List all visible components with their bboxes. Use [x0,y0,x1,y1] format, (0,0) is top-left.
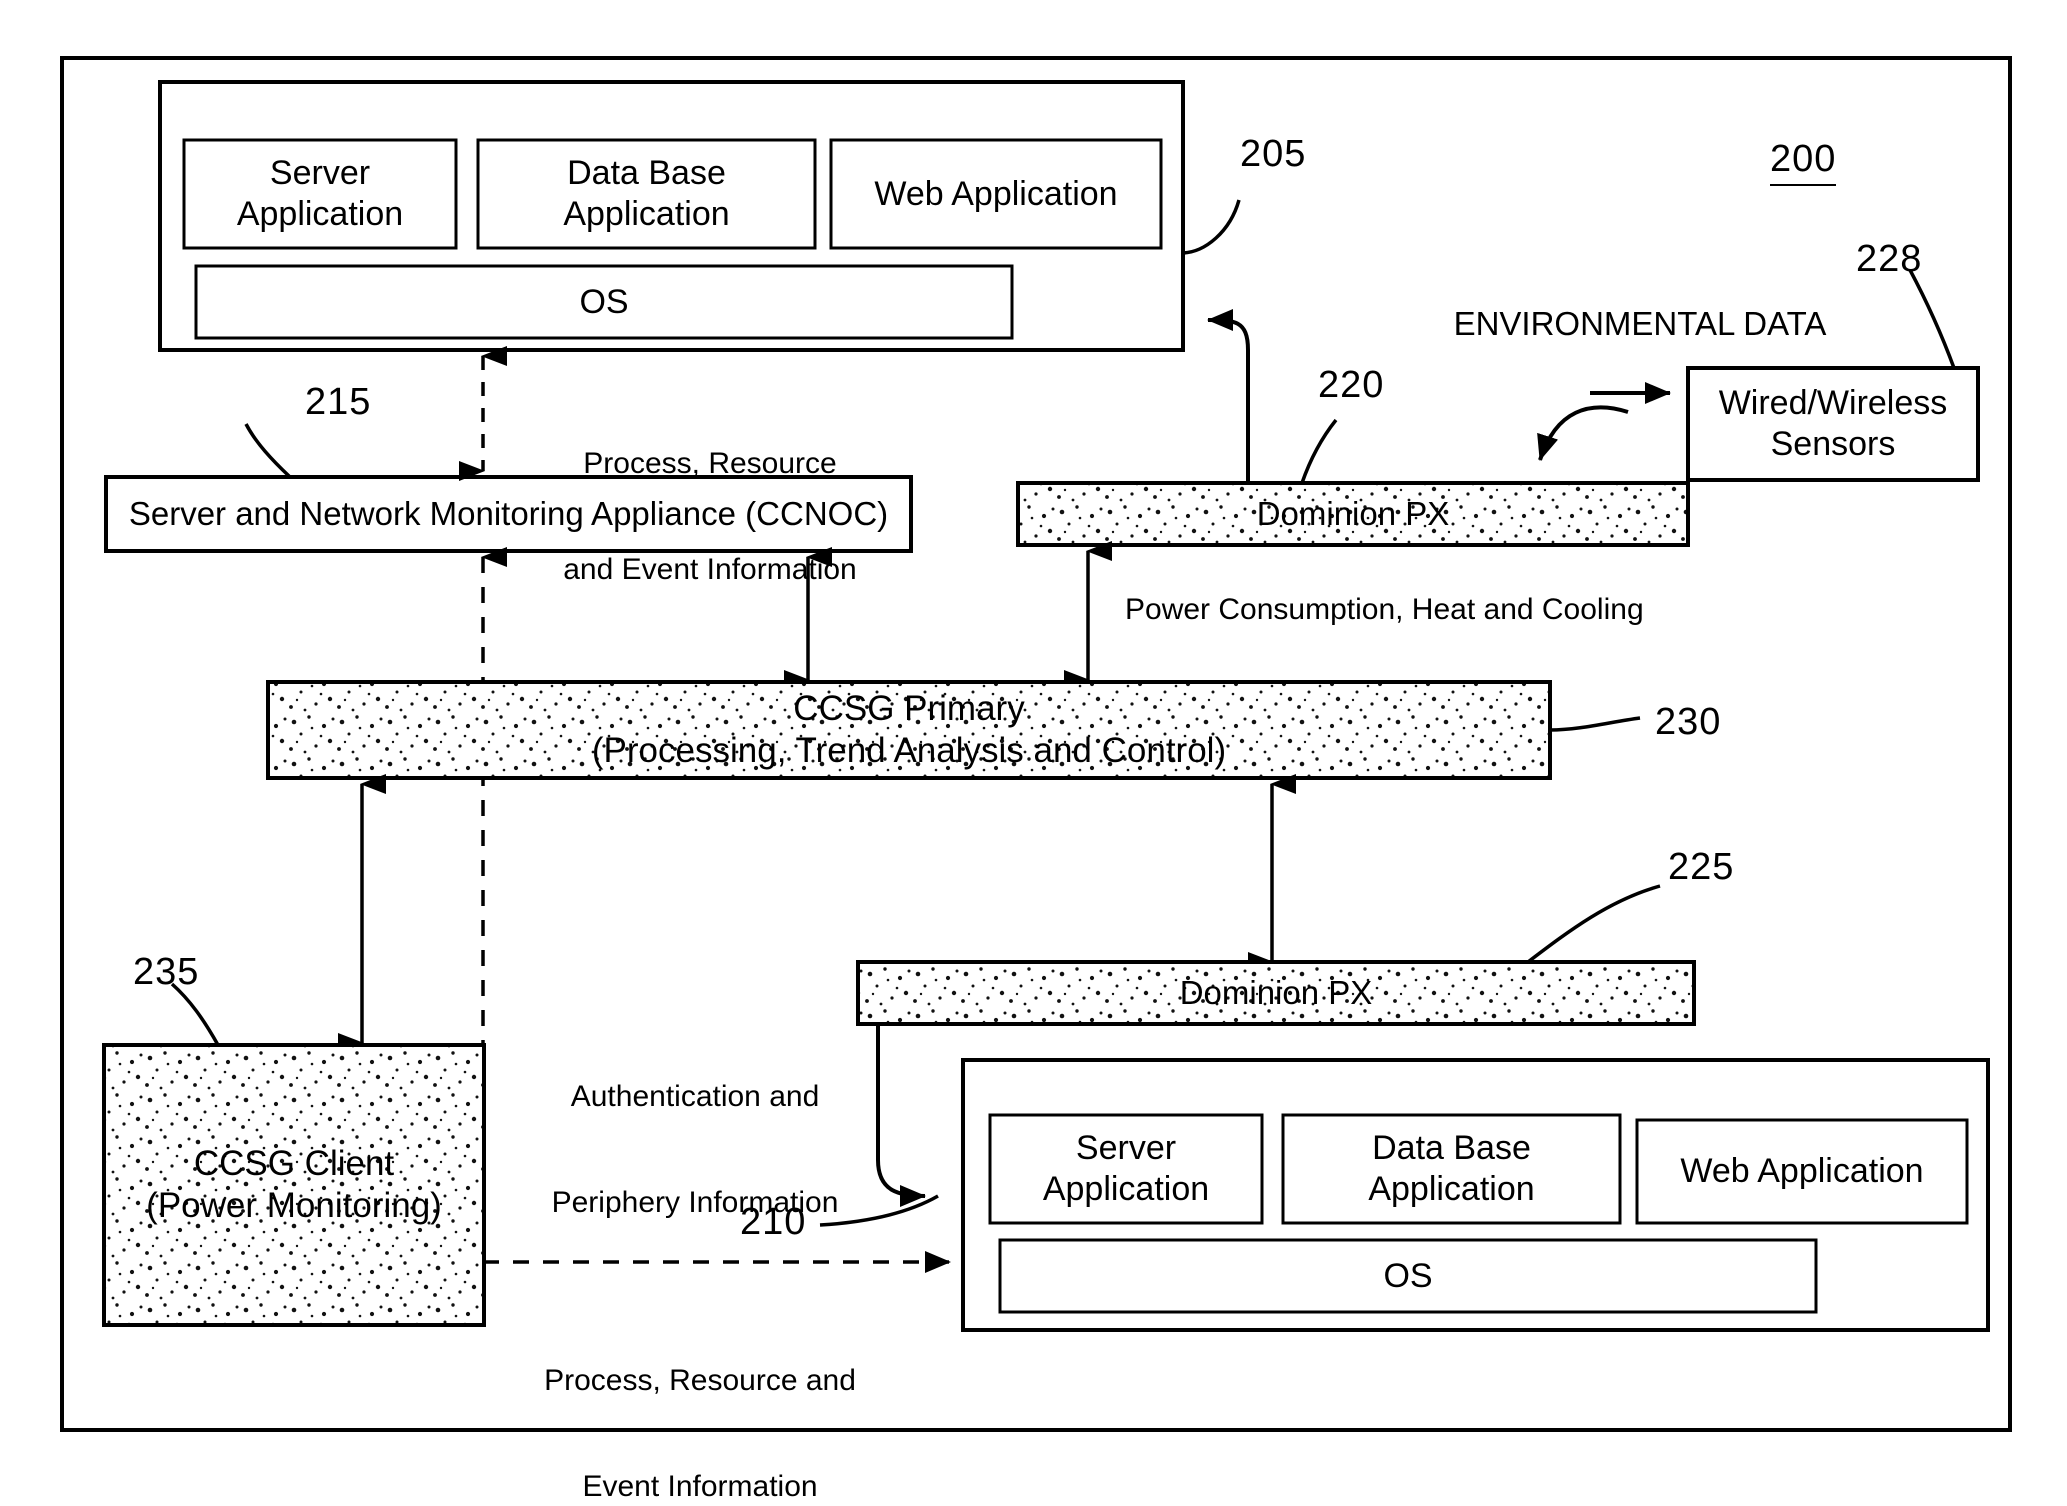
figure-number: 200 [1770,137,1837,186]
arrow-sensors-to-px [1537,405,1629,461]
ref-220: 220 [1318,364,1385,406]
bottom-web-application-box [1635,1118,1969,1225]
environmental-data-label: ENVIRONMENTAL DATA [1453,305,1827,342]
lead-line-225 [1526,884,1661,964]
process-resource-bottom-line1: Process, Resource and [544,1363,856,1397]
lead-line-230 [1549,716,1641,732]
ccsg-client-box [102,1043,486,1327]
ref-235: 235 [133,951,200,993]
top-web-application-box [829,138,1163,250]
bottom-database-application-box [1281,1113,1622,1225]
bottom-os-box [998,1238,1818,1314]
diagram-svg [60,56,2012,1432]
authentication-line2: Periphery Information [551,1185,839,1219]
ref-228: 228 [1856,238,1923,280]
bottom-server-application-box [988,1113,1264,1225]
ccsg-primary-box [266,680,1552,780]
lead-line-205 [1182,199,1241,255]
authentication-line1: Authentication and [570,1079,820,1113]
process-resource-bottom-line2: Event Information [582,1469,818,1503]
arrow-px-to-bottom-server [876,1024,926,1207]
power-consumption-label: Power Consumption, Heat and Cooling [1125,593,1644,626]
ref-225: 225 [1668,846,1735,888]
lead-line-215 [244,423,292,479]
lead-line-228 [1908,269,1956,369]
dominion-px-bottom-box [856,960,1696,1026]
arrow-px-to-top-server [1207,309,1250,483]
top-server-box [158,80,1185,352]
process-resource-top-line2: and Event Information [563,552,857,586]
lead-line-220 [1300,418,1338,484]
ref-215: 215 [305,381,372,423]
top-database-application-box [476,138,817,250]
process-resource-bottom-label: Process, Resource and Event Information [510,1292,890,1506]
authentication-label: Authentication and Periphery Information [510,1008,880,1291]
top-os-box [194,264,1014,340]
wired-wireless-sensors-box [1686,366,1980,482]
process-resource-top-label: Process, Resource and Event Information [520,375,900,658]
dominion-px-top-box [1016,481,1690,547]
ref-205: 205 [1240,133,1307,175]
bottom-server-box [961,1058,1990,1332]
top-server-application-box [182,138,458,250]
ref-230: 230 [1655,701,1722,743]
figure-canvas: 200 205 228 220 215 230 225 235 210 Serv… [0,0,2067,1506]
process-resource-top-line1: Process, Resource [583,446,837,480]
